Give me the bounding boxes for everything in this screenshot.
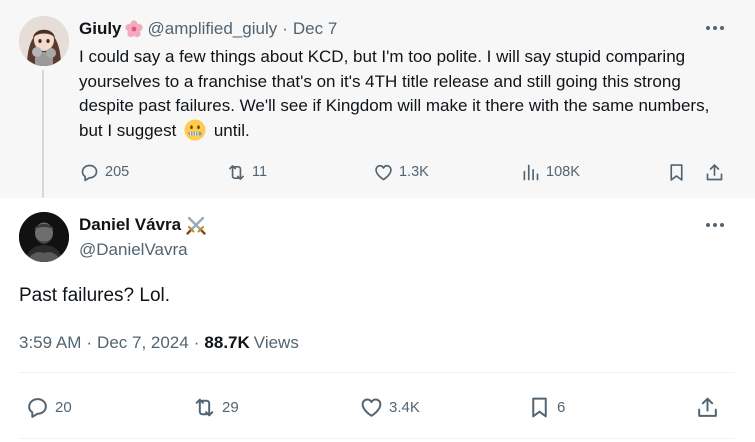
tweet-actions: 205 11 1.3K 108K [0, 160, 755, 184]
avatar[interactable] [19, 16, 69, 66]
reply-button[interactable]: 205 [79, 160, 129, 184]
cherry-blossom-icon [124, 20, 143, 38]
heart-icon [361, 397, 382, 417]
zipper-mouth-face-icon [184, 119, 206, 140]
handle[interactable]: @amplified_giuly [148, 19, 278, 39]
tweet-text: I could say a few things about KCD, but … [79, 45, 719, 143]
tweet-date[interactable]: Dec 7, 2024 [97, 333, 189, 353]
separator-dot: · [86, 333, 93, 352]
handle[interactable]: @DanielVavra [79, 240, 188, 260]
heart-icon [375, 164, 392, 180]
avatar-image [19, 212, 69, 262]
separator-dot: · [193, 333, 200, 352]
repost-button[interactable]: 29 [192, 393, 239, 421]
bookmark-button[interactable]: 6 [527, 393, 565, 421]
divider [19, 372, 735, 373]
more-options-icon[interactable] [703, 20, 727, 36]
reply-icon [81, 164, 98, 181]
bookmark-icon [532, 397, 547, 417]
tweet-text: Past failures? Lol. [19, 285, 171, 306]
repost-count: 29 [222, 398, 239, 416]
views-count: 88.7K [204, 333, 250, 352]
repost-icon [195, 398, 214, 416]
analytics-icon [523, 164, 539, 180]
reply-icon [28, 397, 47, 418]
share-icon [706, 163, 723, 180]
avatar-image [19, 16, 69, 66]
share-button[interactable] [695, 393, 720, 421]
views-count: 108K [546, 164, 580, 180]
reply-button[interactable]: 20 [25, 393, 72, 421]
tweet-text-part: until. [213, 120, 250, 140]
reply-count: 20 [55, 398, 72, 416]
more-options-icon[interactable] [703, 217, 727, 233]
bookmark-button[interactable] [666, 160, 687, 184]
like-button[interactable]: 3.4K [359, 393, 420, 421]
share-button[interactable] [704, 160, 725, 184]
views-label: Views [253, 333, 299, 352]
tweet-metadata: 3:59 AM · Dec 7, 2024 · 88.7K Views [19, 333, 299, 353]
display-name[interactable]: Giuly [79, 19, 122, 39]
like-button[interactable]: 1.3K [373, 160, 429, 184]
separator-dot: · [282, 19, 288, 38]
bookmark-icon [670, 163, 683, 181]
like-count: 3.4K [389, 398, 420, 416]
share-icon [698, 397, 717, 417]
views-button[interactable]: 108K [520, 160, 580, 184]
reply-count: 205 [105, 164, 130, 180]
repost-count: 11 [252, 164, 268, 180]
tweet-header: Daniel Vávra [79, 213, 207, 237]
parent-tweet[interactable]: Giuly @amplified_giuly · Dec 7 I could s… [0, 0, 755, 198]
tweet-actions: 20 29 3.4K 6 [0, 393, 755, 421]
repost-icon [229, 164, 244, 180]
tweet-date[interactable]: Dec 7 [293, 19, 337, 39]
divider [19, 438, 735, 439]
tweet-time[interactable]: 3:59 AM [19, 333, 81, 353]
like-count: 1.3K [399, 164, 429, 180]
crossed-swords-icon [186, 216, 206, 235]
tweet-header: Giuly @amplified_giuly · Dec 7 [79, 17, 337, 41]
display-name[interactable]: Daniel Vávra [79, 215, 181, 235]
repost-button[interactable]: 11 [226, 160, 267, 184]
avatar[interactable] [19, 212, 69, 262]
tweet-text-part: I could say a few things about KCD, but … [79, 47, 710, 140]
bookmark-count: 6 [557, 398, 566, 416]
